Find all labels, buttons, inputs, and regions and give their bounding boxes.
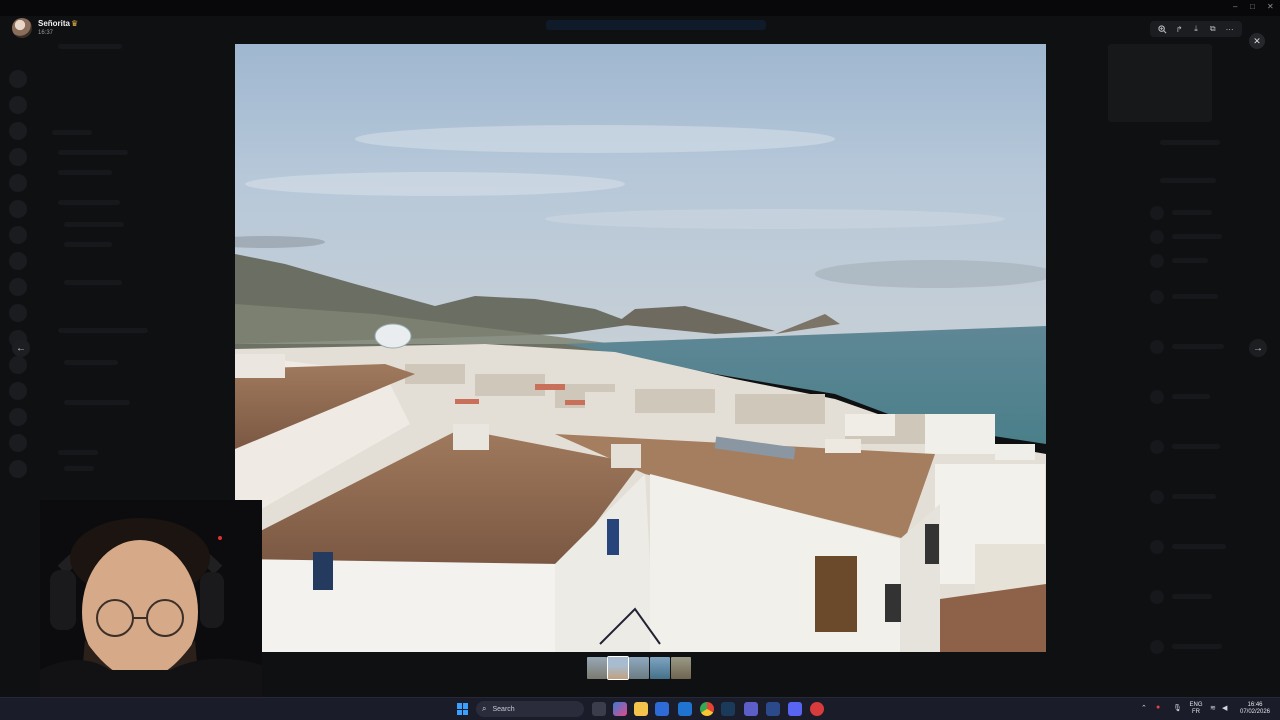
gallery-thumbnail[interactable] — [671, 657, 691, 679]
gallery-thumbnail-active[interactable] — [607, 656, 629, 680]
media-viewer-header: Señorita ♛ 16:37 ↱ ⤓ ⧉ ⋯ ✕ — [0, 14, 1280, 49]
maximize-icon[interactable]: □ — [1250, 2, 1255, 11]
open-external-icon[interactable]: ⧉ — [1207, 23, 1219, 35]
volume-icon[interactable]: ◀ — [1222, 704, 1227, 712]
member-list — [1150, 130, 1260, 670]
chrome-icon[interactable] — [700, 702, 714, 716]
crown-icon: ♛ — [71, 19, 79, 28]
mail-icon[interactable] — [678, 702, 692, 716]
windows-start-icon[interactable] — [457, 703, 469, 715]
task-view-icon[interactable] — [592, 702, 606, 716]
close-icon: ✕ — [1253, 35, 1261, 46]
close-viewer-button[interactable]: ✕ — [1249, 33, 1265, 49]
gallery-thumbnail[interactable] — [650, 657, 670, 679]
taskbar-search[interactable]: ⌕ Search — [476, 701, 584, 717]
file-explorer-icon[interactable] — [634, 702, 648, 716]
tray-app-icon[interactable]: ● — [1156, 704, 1160, 711]
arrow-left-icon: ← — [16, 342, 26, 354]
clock-date: 07/02/2026 — [1239, 709, 1271, 715]
keyboard-layout-label: FR — [1192, 709, 1200, 715]
tray-overflow-icon[interactable]: ⌃ — [1141, 704, 1147, 712]
media-toolbar: ↱ ⤓ ⧉ ⋯ — [1150, 21, 1242, 37]
search-icon: ⌕ — [482, 704, 487, 713]
microphone-icon[interactable]: 🎙 — [1173, 704, 1182, 712]
window-close-icon[interactable]: ✕ — [1267, 2, 1274, 11]
arrow-right-icon: → — [1253, 342, 1263, 354]
gallery-thumbnail[interactable] — [587, 657, 607, 679]
steam-icon[interactable] — [721, 702, 735, 716]
more-icon[interactable]: ⋯ — [1224, 23, 1236, 35]
webcam-overlay — [40, 500, 262, 697]
gallery-thumbnail[interactable] — [629, 657, 649, 679]
minimize-icon[interactable]: – — [1233, 2, 1237, 11]
app-icon[interactable] — [766, 702, 780, 716]
teams-icon[interactable] — [744, 702, 758, 716]
download-icon[interactable]: ⤓ — [1190, 23, 1202, 35]
clock[interactable]: 16:46 07/02/2026 — [1236, 702, 1274, 716]
search-label: Search — [492, 705, 515, 713]
language-label: ENG — [1189, 702, 1203, 708]
dimmed-thumbnail — [1108, 44, 1212, 122]
share-icon[interactable]: ↱ — [1173, 23, 1185, 35]
windows-taskbar: ⌕ Search ⌃ ● 🎙 ENG FR ≋ ◀ 16:46 07/02/20… — [0, 697, 1280, 720]
clock-time: 16:46 — [1247, 702, 1263, 708]
previous-image-button[interactable]: ← — [12, 339, 30, 357]
gallery-thumbnails — [587, 656, 691, 680]
recording-app-icon[interactable] — [810, 702, 824, 716]
store-icon[interactable] — [655, 702, 669, 716]
copilot-icon[interactable] — [613, 702, 627, 716]
avatar[interactable] — [12, 18, 32, 38]
post-timestamp: 16:37 — [38, 30, 54, 36]
next-image-button[interactable]: → — [1249, 339, 1267, 357]
language-indicator[interactable]: ENG FR — [1186, 702, 1206, 716]
zoom-in-icon[interactable] — [1156, 23, 1168, 35]
author-name[interactable]: Señorita — [38, 19, 70, 28]
wifi-icon[interactable]: ≋ — [1210, 704, 1216, 712]
main-image[interactable] — [235, 44, 1046, 652]
discord-icon[interactable] — [788, 702, 802, 716]
